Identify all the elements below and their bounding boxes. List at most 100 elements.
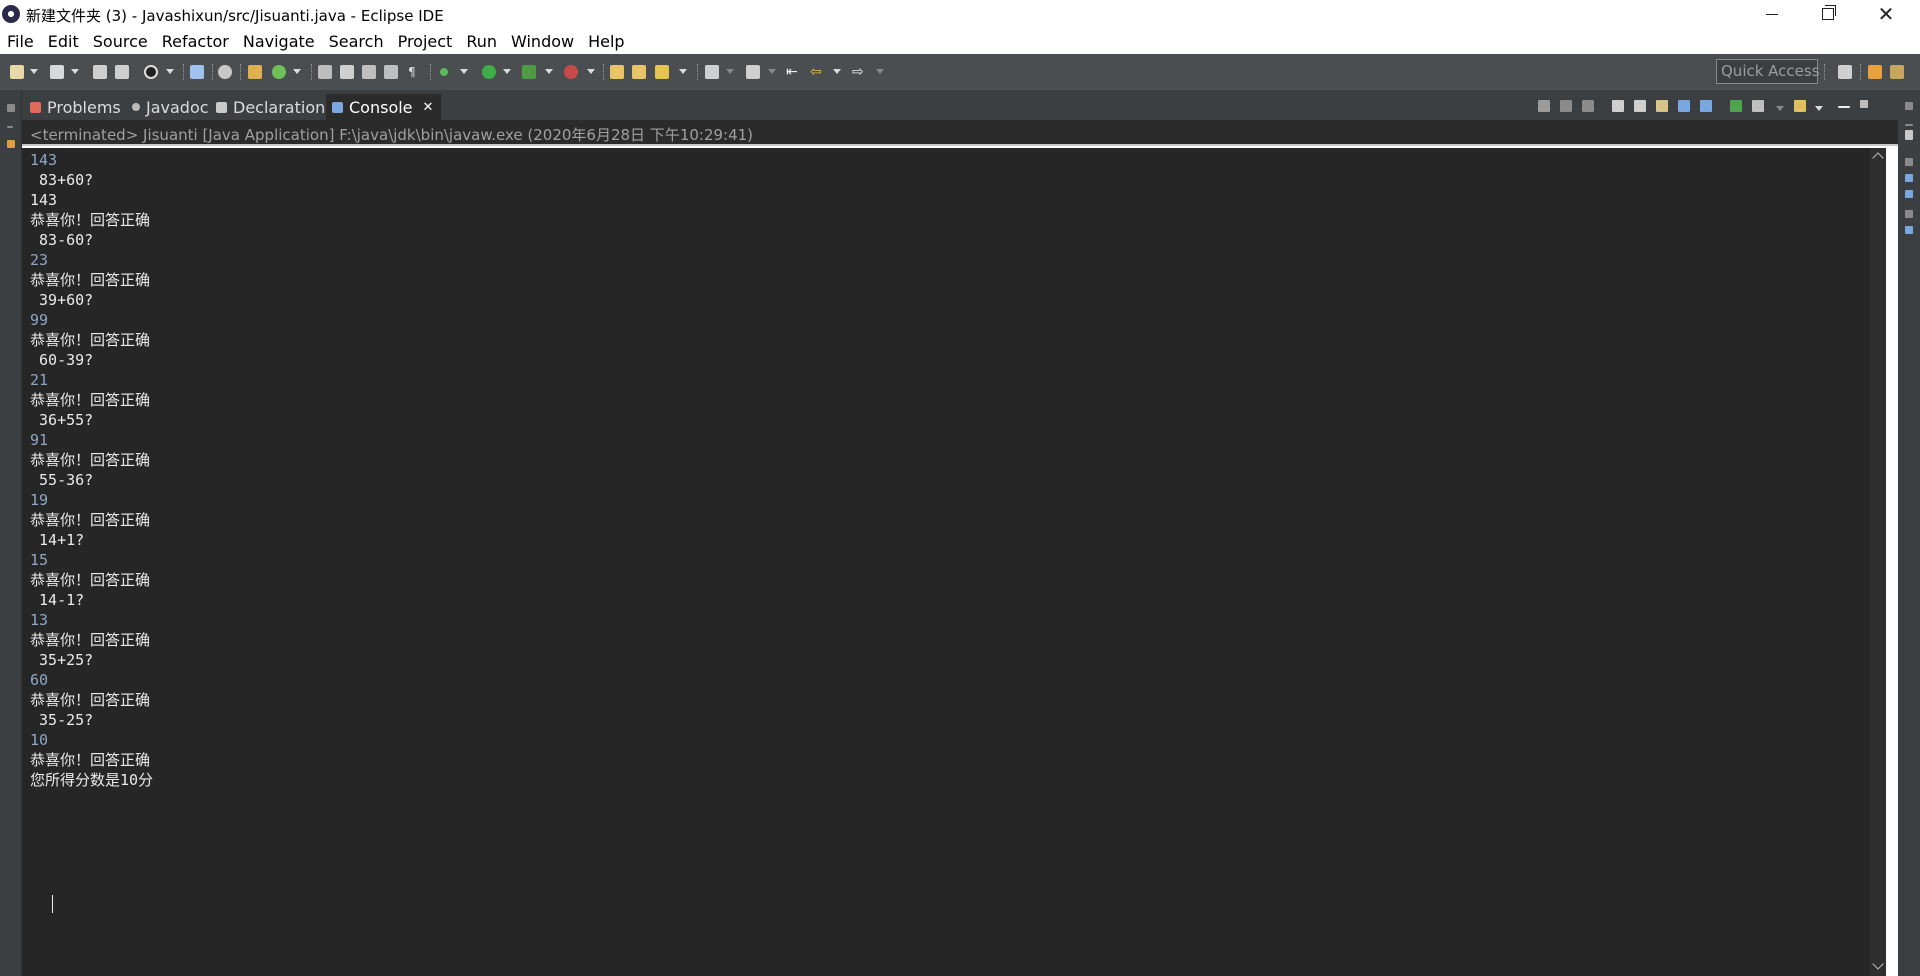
toolbar-separator <box>311 64 312 80</box>
show-on-stdout-icon[interactable] <box>1678 100 1690 112</box>
java-perspective-icon[interactable] <box>1890 65 1904 79</box>
tab-problems[interactable]: Problems <box>30 94 121 120</box>
run-dropdown-icon[interactable] <box>503 69 511 74</box>
menu-help[interactable]: Help <box>588 32 624 51</box>
forward-icon[interactable]: ⇨ <box>852 65 866 79</box>
clear-console-icon[interactable] <box>1612 100 1624 112</box>
minimize-button[interactable] <box>1744 0 1800 28</box>
console-input-line: 21 <box>30 371 49 389</box>
refresh-icon[interactable] <box>272 65 286 79</box>
display-console-dropdown-icon[interactable] <box>1776 106 1784 111</box>
search-icon[interactable] <box>655 65 669 79</box>
console-input-line: 19 <box>30 491 49 509</box>
menu-source[interactable]: Source <box>93 32 148 51</box>
open-type-icon[interactable] <box>248 65 262 79</box>
word-wrap-icon[interactable] <box>1656 100 1668 112</box>
restore-task-icon[interactable] <box>1905 210 1913 218</box>
coverage-icon[interactable] <box>522 65 536 79</box>
refresh-dropdown-icon[interactable] <box>293 69 301 74</box>
remove-launch-icon[interactable] <box>1560 100 1572 112</box>
run-icon[interactable] <box>482 65 496 79</box>
new-dropdown-icon[interactable] <box>30 69 38 74</box>
menu-edit[interactable]: Edit <box>48 32 79 51</box>
debug-dropdown-icon[interactable] <box>166 69 174 74</box>
scroll-down-icon[interactable] <box>1872 958 1884 970</box>
pilcrow-icon[interactable]: ¶ <box>408 65 422 79</box>
coverage-dropdown-icon[interactable] <box>545 69 553 74</box>
menu-navigate[interactable]: Navigate <box>243 32 315 51</box>
console-input-line: 23 <box>30 251 49 269</box>
outline-icon[interactable] <box>1905 174 1913 182</box>
minimize-view-icon[interactable] <box>1838 106 1850 108</box>
restore-view-icon[interactable] <box>7 104 15 112</box>
java-ee-perspective-icon[interactable] <box>1868 65 1882 79</box>
menu-file[interactable]: File <box>7 32 34 51</box>
open-console-icon[interactable] <box>1794 100 1806 112</box>
task-list-icon[interactable] <box>1905 190 1913 198</box>
external-tools-dropdown-icon[interactable] <box>587 69 595 74</box>
block-selection-icon[interactable] <box>362 65 376 79</box>
open-project-icon[interactable] <box>632 65 646 79</box>
next-annotation-dropdown-icon[interactable] <box>726 69 734 74</box>
next-annotation-icon[interactable] <box>705 65 719 79</box>
close-icon: ✕ <box>1877 2 1895 26</box>
toolbar-separator <box>183 64 184 80</box>
external-tools-icon[interactable] <box>564 65 578 79</box>
menu-refactor[interactable]: Refactor <box>162 32 229 51</box>
console-output-line: 36+55? <box>30 411 94 429</box>
show-whitespace-icon[interactable] <box>384 65 398 79</box>
open-perspective-icon[interactable] <box>1838 65 1852 79</box>
open-folder-icon[interactable] <box>610 65 624 79</box>
bookmarks-icon[interactable] <box>1905 226 1913 234</box>
menu-run[interactable]: Run <box>466 32 497 51</box>
console-output-line: 55-36? <box>30 471 94 489</box>
main-toolbar: ¶ ⇤ ⇦ ⇨ Quick Access <box>0 54 1920 90</box>
console-scrollbar[interactable] <box>1870 148 1886 976</box>
tab-console[interactable]: Console ✕ <box>326 94 442 120</box>
restore-editor-icon[interactable] <box>1905 102 1913 110</box>
skip-breakpoints-icon[interactable] <box>218 65 232 79</box>
menu-project[interactable]: Project <box>398 32 453 51</box>
edit-icon[interactable] <box>340 65 354 79</box>
last-edit-icon[interactable]: ⇤ <box>786 65 800 79</box>
close-tab-icon[interactable]: ✕ <box>423 100 434 115</box>
tab-declaration[interactable]: Declaration <box>216 94 325 120</box>
new-project-dropdown-icon[interactable] <box>71 69 79 74</box>
open-console-dropdown-icon[interactable] <box>1815 106 1823 111</box>
terminal-icon[interactable] <box>190 65 204 79</box>
new-project-icon[interactable] <box>50 65 64 79</box>
save-all-icon[interactable] <box>115 65 129 79</box>
back-icon[interactable]: ⇦ <box>810 65 824 79</box>
prev-annotation-dropdown-icon[interactable] <box>768 69 776 74</box>
show-on-stderr-icon[interactable] <box>1700 100 1712 112</box>
scroll-lock-icon[interactable] <box>1634 100 1646 112</box>
prev-annotation-icon[interactable] <box>746 65 760 79</box>
restore-button[interactable] <box>1800 0 1856 28</box>
maximize-view-icon[interactable] <box>1860 100 1868 108</box>
forward-dropdown-icon[interactable] <box>876 69 884 74</box>
scroll-up-icon[interactable] <box>1872 152 1884 164</box>
console-input-line: 13 <box>30 611 49 629</box>
tab-javadoc[interactable]: Javadoc <box>132 94 209 120</box>
pin-console-icon[interactable] <box>1730 100 1742 112</box>
package-explorer-icon[interactable] <box>7 140 15 148</box>
remove-all-terminated-icon[interactable] <box>1582 100 1594 112</box>
debug-perspective-icon[interactable] <box>144 65 158 79</box>
console-output[interactable]: 143 83+60? 143 恭喜你！回答正确 83-60? 23 恭喜你！回答正确 3… <box>22 148 1870 976</box>
menu-window[interactable]: Window <box>511 32 574 51</box>
back-dropdown-icon[interactable] <box>833 69 841 74</box>
new-icon[interactable] <box>10 65 24 79</box>
debug-icon[interactable] <box>440 68 448 76</box>
debug-run-dropdown-icon[interactable] <box>460 69 468 74</box>
menu-search[interactable]: Search <box>329 32 384 51</box>
display-console-icon[interactable] <box>1752 100 1764 112</box>
restore-outline-icon[interactable] <box>1905 158 1913 166</box>
outline-document-icon[interactable] <box>1905 130 1913 140</box>
search-dropdown-icon[interactable] <box>679 69 687 74</box>
close-window-button[interactable]: ✕ <box>1858 0 1914 28</box>
save-icon[interactable] <box>93 65 107 79</box>
console-output-line: 143 <box>30 191 58 209</box>
terminate-icon[interactable] <box>1538 100 1550 112</box>
annotation-icon[interactable] <box>318 65 332 79</box>
quick-access-input[interactable]: Quick Access <box>1716 59 1820 84</box>
